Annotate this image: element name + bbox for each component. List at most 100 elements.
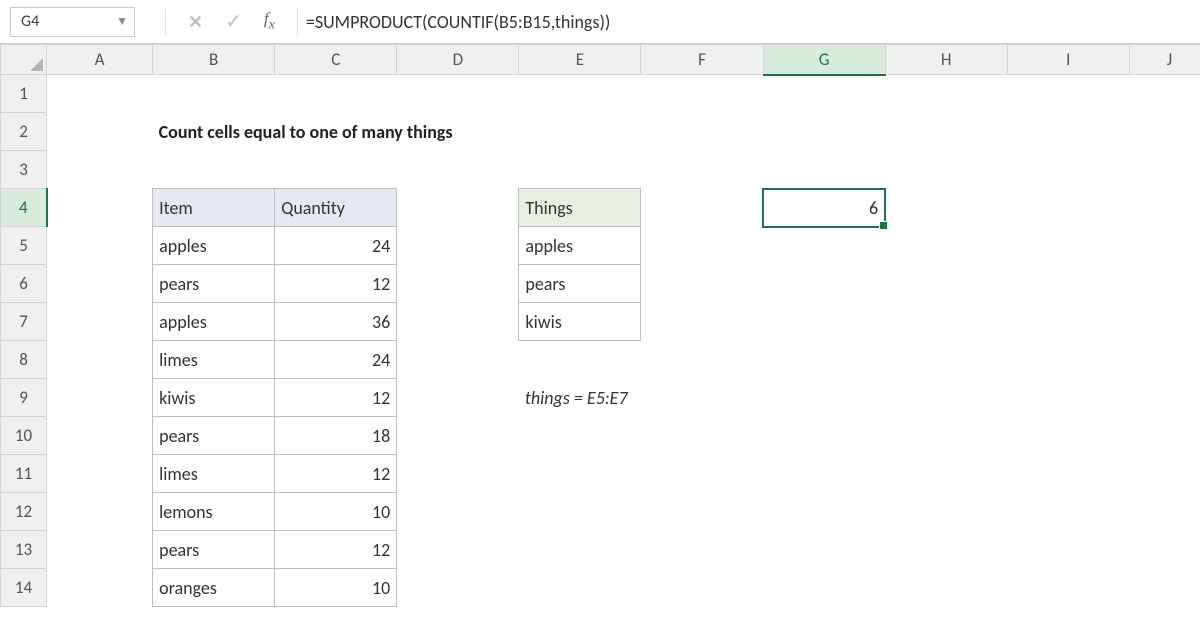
cell[interactable] xyxy=(47,569,153,607)
col-header-E[interactable]: E xyxy=(519,45,641,75)
col-header-C[interactable]: C xyxy=(275,45,397,75)
col-header-F[interactable]: F xyxy=(641,45,763,75)
cell[interactable] xyxy=(763,113,1200,151)
table-cell[interactable]: lemons xyxy=(153,493,275,531)
row-header-11[interactable]: 11 xyxy=(1,455,47,493)
table-cell[interactable]: 10 xyxy=(275,493,397,531)
col-header-H[interactable]: H xyxy=(885,45,1007,75)
named-range-note: things = E5:E7 xyxy=(519,379,885,417)
cell[interactable] xyxy=(397,569,1200,607)
table-cell[interactable]: apples xyxy=(153,227,275,265)
table-cell[interactable]: 10 xyxy=(275,569,397,607)
table-cell[interactable]: 24 xyxy=(275,227,397,265)
table-cell[interactable]: pears xyxy=(153,531,275,569)
row-header-6[interactable]: 6 xyxy=(1,265,47,303)
cell[interactable] xyxy=(47,341,153,379)
table-cell[interactable]: 12 xyxy=(275,531,397,569)
cell[interactable] xyxy=(641,227,1200,265)
cell[interactable] xyxy=(397,227,519,265)
cell[interactable] xyxy=(47,493,153,531)
cell[interactable] xyxy=(47,113,153,151)
table-cell[interactable]: pears xyxy=(153,265,275,303)
cell[interactable] xyxy=(47,75,1200,113)
table-cell[interactable]: 12 xyxy=(275,455,397,493)
table1-header-qty[interactable]: Quantity xyxy=(275,189,397,227)
col-header-J[interactable]: J xyxy=(1129,45,1200,75)
col-header-I[interactable]: I xyxy=(1007,45,1129,75)
col-header-G[interactable]: G xyxy=(763,45,885,75)
row-header-8[interactable]: 8 xyxy=(1,341,47,379)
cell[interactable] xyxy=(641,303,1200,341)
formula-bar: G4 ▼ ✕ ✓ fx =SUMPRODUCT(COUNTIF(B5:B15,t… xyxy=(0,0,1200,44)
table-cell[interactable]: 18 xyxy=(275,417,397,455)
cell[interactable] xyxy=(47,303,153,341)
table-cell[interactable]: apples xyxy=(519,227,641,265)
row-header-9[interactable]: 9 xyxy=(1,379,47,417)
cell[interactable] xyxy=(47,417,153,455)
cell[interactable] xyxy=(397,379,519,417)
col-header-A[interactable]: A xyxy=(47,45,153,75)
col-header-D[interactable]: D xyxy=(397,45,519,75)
page-title: Count cells equal to one of many things xyxy=(153,113,763,151)
active-cell-G4[interactable]: 6 xyxy=(763,189,885,227)
worksheet[interactable]: A B C D E F G H I J 1 2 Count cells equa… xyxy=(0,44,1200,607)
row-header-2[interactable]: 2 xyxy=(1,113,47,151)
table-cell[interactable]: apples xyxy=(153,303,275,341)
row-header-7[interactable]: 7 xyxy=(1,303,47,341)
cell[interactable] xyxy=(397,341,1200,379)
cell[interactable] xyxy=(47,455,153,493)
table-cell[interactable]: pears xyxy=(153,417,275,455)
separator xyxy=(165,9,166,35)
row-header-1[interactable]: 1 xyxy=(1,75,47,113)
cancel-icon[interactable]: ✕ xyxy=(188,11,203,33)
cell[interactable] xyxy=(397,493,1200,531)
cell[interactable] xyxy=(47,379,153,417)
chevron-down-icon[interactable]: ▼ xyxy=(116,14,128,29)
table-cell[interactable]: 12 xyxy=(275,265,397,303)
col-header-B[interactable]: B xyxy=(153,45,275,75)
row-header-13[interactable]: 13 xyxy=(1,531,47,569)
table-cell[interactable]: limes xyxy=(153,455,275,493)
cell[interactable] xyxy=(47,265,153,303)
row-header-10[interactable]: 10 xyxy=(1,417,47,455)
table2-header[interactable]: Things xyxy=(519,189,641,227)
row-header-12[interactable]: 12 xyxy=(1,493,47,531)
cell[interactable] xyxy=(47,189,153,227)
cell[interactable] xyxy=(885,379,1200,417)
row-header-14[interactable]: 14 xyxy=(1,569,47,607)
formula-input[interactable]: =SUMPRODUCT(COUNTIF(B5:B15,things)) xyxy=(297,7,1190,37)
cell[interactable] xyxy=(397,189,519,227)
table-cell[interactable]: kiwis xyxy=(153,379,275,417)
cell[interactable] xyxy=(397,303,519,341)
cell[interactable] xyxy=(47,151,1200,189)
select-all-corner[interactable] xyxy=(1,45,47,75)
table-cell[interactable]: 12 xyxy=(275,379,397,417)
table-cell[interactable]: limes xyxy=(153,341,275,379)
cell[interactable] xyxy=(47,227,153,265)
cell[interactable] xyxy=(397,455,1200,493)
table-cell[interactable]: oranges xyxy=(153,569,275,607)
table1-header-item[interactable]: Item xyxy=(153,189,275,227)
row-header-3[interactable]: 3 xyxy=(1,151,47,189)
cell[interactable] xyxy=(641,189,763,227)
table-cell[interactable]: pears xyxy=(519,265,641,303)
cell[interactable] xyxy=(885,189,1200,227)
cell[interactable] xyxy=(397,531,1200,569)
confirm-icon[interactable]: ✓ xyxy=(225,9,242,34)
cell[interactable] xyxy=(397,265,519,303)
table-cell[interactable]: kiwis xyxy=(519,303,641,341)
row-header-5[interactable]: 5 xyxy=(1,227,47,265)
fx-icon[interactable]: fx xyxy=(264,9,283,33)
name-box-value: G4 xyxy=(21,12,39,31)
formula-text: =SUMPRODUCT(COUNTIF(B5:B15,things)) xyxy=(306,11,610,33)
formula-bar-buttons: ✕ ✓ fx xyxy=(165,9,283,35)
row-header-4[interactable]: 4 xyxy=(1,189,47,227)
table-cell[interactable]: 24 xyxy=(275,341,397,379)
table-cell[interactable]: 36 xyxy=(275,303,397,341)
cell[interactable] xyxy=(47,531,153,569)
name-box[interactable]: G4 ▼ xyxy=(10,7,135,37)
cell[interactable] xyxy=(397,417,1200,455)
column-headers: A B C D E F G H I J xyxy=(1,45,1200,75)
cell[interactable] xyxy=(641,265,1200,303)
spreadsheet-grid: A B C D E F G H I J 1 2 Count cells equa… xyxy=(0,44,1200,607)
